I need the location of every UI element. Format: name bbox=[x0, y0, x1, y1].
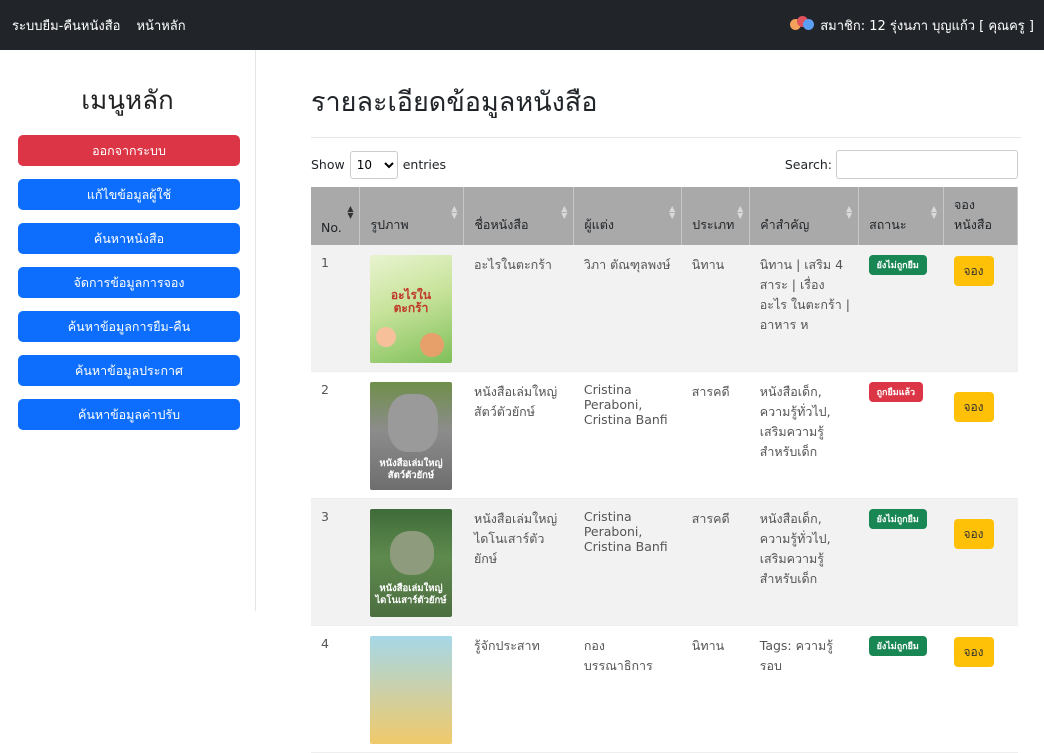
cell-image bbox=[359, 625, 464, 753]
sort-icon: ▲ ▼ bbox=[561, 204, 568, 220]
cell-author: Cristina Peraboni, Cristina Banfi bbox=[573, 371, 682, 499]
search-control: Search: bbox=[785, 150, 1018, 179]
search-announcements-button[interactable]: ค้นหาข้อมูลประกาศ bbox=[18, 355, 240, 386]
cell-reserve: จอง bbox=[943, 625, 1018, 753]
edit-user-button[interactable]: แก้ไขข้อมูลผู้ใช้ bbox=[18, 179, 240, 210]
cell-author: Cristina Peraboni, Cristina Banfi bbox=[573, 498, 682, 626]
sort-icon: ▲ ▼ bbox=[669, 204, 676, 220]
status-badge: ถูกยืมแล้ว bbox=[868, 382, 924, 402]
book-cover[interactable]: อะไรใน ตะกร้า bbox=[369, 255, 452, 363]
col-image[interactable]: รูปภาพ ▲ ▼ bbox=[359, 187, 465, 245]
cell-keywords: นิทาน | เสริม 4 สาระ | เรื่องอะไร ในตะกร… bbox=[749, 245, 859, 372]
cell-type: สารคดี bbox=[681, 498, 750, 626]
col-title[interactable]: ชื่อหนังสือ ▲ ▼ bbox=[463, 187, 575, 245]
sort-icon: ▲ ▼ bbox=[451, 204, 458, 220]
cell-status: ยังไม่ถูกยืม bbox=[858, 245, 944, 372]
cover-title: หนังสือเล่มใหญ่ ไดโนเสาร์ตัวยักษ์ bbox=[375, 583, 447, 606]
cell-keywords: หนังสือเด็ก, ความรู้ทั่วไป, เสริมความรู้… bbox=[749, 498, 859, 626]
col-author[interactable]: ผู้แต่ง ▲ ▼ bbox=[573, 187, 683, 245]
books-table: No. ▲ ▼ รูปภาพ ▲ ▼ ชื่อหนังสือ ▲ ▼ ผู้แต่ง ▲ ▼ ป… bbox=[311, 187, 1018, 753]
cell-reserve: จอง bbox=[943, 245, 1018, 372]
main-content: รายละเอียดข้อมูลหนังสือ Show 10 entries … bbox=[281, 50, 1021, 753]
cell-image: อะไรใน ตะกร้า bbox=[359, 245, 464, 372]
entries-control: Show 10 entries bbox=[311, 150, 447, 179]
status-badge: ยังไม่ถูกยืม bbox=[868, 509, 927, 529]
cell-no: 3 bbox=[311, 498, 360, 626]
sidebar: เมนูหลัก ออกจากระบบ แก้ไขข้อมูลผู้ใช้ ค้… bbox=[0, 50, 256, 611]
sidebar-title: เมนูหลัก bbox=[81, 86, 174, 116]
entries-label: entries bbox=[402, 157, 447, 172]
sort-icon: ▲ ▼ bbox=[737, 204, 744, 220]
cell-type: นิทาน bbox=[681, 245, 750, 372]
cell-title: อะไรในตะกร้า bbox=[463, 245, 574, 372]
reserve-button[interactable]: จอง bbox=[953, 637, 994, 667]
status-badge: ยังไม่ถูกยืม bbox=[868, 636, 927, 656]
show-label: Show bbox=[311, 157, 345, 172]
reserve-button[interactable]: จอง bbox=[953, 392, 994, 422]
cell-title: หนังสือเล่มใหญ่ สัตว์ตัวยักษ์ bbox=[463, 371, 574, 499]
reserve-button[interactable]: จอง bbox=[953, 519, 994, 549]
reserve-button[interactable]: จอง bbox=[953, 256, 994, 286]
cell-author: วิภา ตัณฑุลพงษ์ bbox=[573, 245, 682, 372]
book-cover[interactable]: หนังสือเล่มใหญ่ สัตว์ตัวยักษ์ bbox=[369, 382, 452, 490]
user-info[interactable]: สมาชิก: 12 รุ่งนภา บุญแก้ว [ คุณครู ] bbox=[790, 15, 1034, 36]
logout-button[interactable]: ออกจากระบบ bbox=[18, 135, 240, 166]
cell-status: ยังไม่ถูกยืม bbox=[858, 498, 944, 626]
col-keywords[interactable]: คำสำคัญ ▲ ▼ bbox=[749, 187, 860, 245]
cell-status: ถูกยืมแล้ว bbox=[858, 371, 944, 499]
cell-no: 4 bbox=[311, 625, 360, 753]
cell-title: หนังสือเล่มใหญ่ ไดโนเสาร์ตัวยักษ์ bbox=[463, 498, 574, 626]
cell-image: หนังสือเล่มใหญ่ ไดโนเสาร์ตัวยักษ์ bbox=[359, 498, 464, 626]
col-reserve[interactable]: จอง หนังสือ bbox=[943, 187, 1018, 245]
cell-author: กองบรรณาธิการ bbox=[573, 625, 682, 753]
cell-status: ยังไม่ถูกยืม bbox=[858, 625, 944, 753]
cell-image: หนังสือเล่มใหญ่ สัตว์ตัวยักษ์ bbox=[359, 371, 464, 499]
cell-no: 1 bbox=[311, 245, 360, 372]
user-label: สมาชิก: 12 รุ่งนภา บุญแก้ว [ คุณครู ] bbox=[820, 18, 1034, 34]
status-badge: ยังไม่ถูกยืม bbox=[868, 255, 927, 275]
cell-type: นิทาน bbox=[681, 625, 750, 753]
search-label: Search: bbox=[784, 157, 832, 172]
cover-title: หนังสือเล่มใหญ่ สัตว์ตัวยักษ์ bbox=[379, 458, 443, 481]
search-borrow-return-button[interactable]: ค้นหาข้อมูลการยืม-คืน bbox=[18, 311, 240, 342]
sort-icon: ▲ ▼ bbox=[845, 204, 853, 220]
col-type[interactable]: ประเภท ▲ ▼ bbox=[681, 187, 751, 245]
search-input[interactable] bbox=[836, 150, 1018, 179]
table-row: 3 หนังสือเล่มใหญ่ ไดโนเสาร์ตัวยักษ์ หนัง… bbox=[311, 498, 1018, 626]
sort-icon: ▲ ▼ bbox=[347, 204, 354, 220]
search-fines-button[interactable]: ค้นหาข้อมูลค่าปรับ bbox=[18, 399, 240, 430]
manage-reservations-button[interactable]: จัดการข้อมูลการจอง bbox=[18, 267, 240, 298]
cell-no: 2 bbox=[311, 371, 360, 499]
table-row: 2 หนังสือเล่มใหญ่ สัตว์ตัวยักษ์ หนังสือเ… bbox=[311, 371, 1018, 499]
cell-reserve: จอง bbox=[943, 371, 1018, 499]
sort-icon: ▲ ▼ bbox=[930, 204, 937, 220]
col-status[interactable]: สถานะ ▲ ▼ bbox=[858, 187, 944, 245]
page-title: รายละเอียดข้อมูลหนังสือ bbox=[311, 80, 1021, 138]
col-no[interactable]: No. ▲ ▼ bbox=[311, 187, 361, 245]
cell-keywords: หนังสือเด็ก, ความรู้ทั่วไป, เสริมความรู้… bbox=[749, 371, 859, 499]
search-books-button[interactable]: ค้นหาหนังสือ bbox=[18, 223, 240, 254]
book-cover[interactable] bbox=[369, 636, 452, 744]
cover-title: อะไรใน ตะกร้า bbox=[390, 288, 432, 315]
entries-select[interactable]: 10 bbox=[349, 150, 398, 179]
cell-reserve: จอง bbox=[943, 498, 1018, 626]
cell-keywords: Tags: ความรู้รอบ bbox=[749, 625, 859, 753]
table-row: 4 รู้จักประสาท กองบรรณาธิการ นิทาน Tags:… bbox=[311, 625, 1018, 753]
users-icon bbox=[790, 15, 815, 35]
cell-title: รู้จักประสาท bbox=[463, 625, 574, 753]
brand-link[interactable]: ระบบยืม-คืนหนังสือ bbox=[12, 15, 120, 36]
top-navbar: ระบบยืม-คืนหนังสือ หน้าหลัก สมาชิก: 12 ร… bbox=[0, 0, 1044, 50]
book-cover[interactable]: หนังสือเล่มใหญ่ ไดโนเสาร์ตัวยักษ์ bbox=[369, 509, 452, 617]
table-row: 1 อะไรใน ตะกร้า อะไรในตะกร้า วิภา ตัณฑุล… bbox=[311, 245, 1018, 372]
home-link[interactable]: หน้าหลัก bbox=[136, 15, 185, 36]
cell-type: สารคดี bbox=[681, 371, 750, 499]
